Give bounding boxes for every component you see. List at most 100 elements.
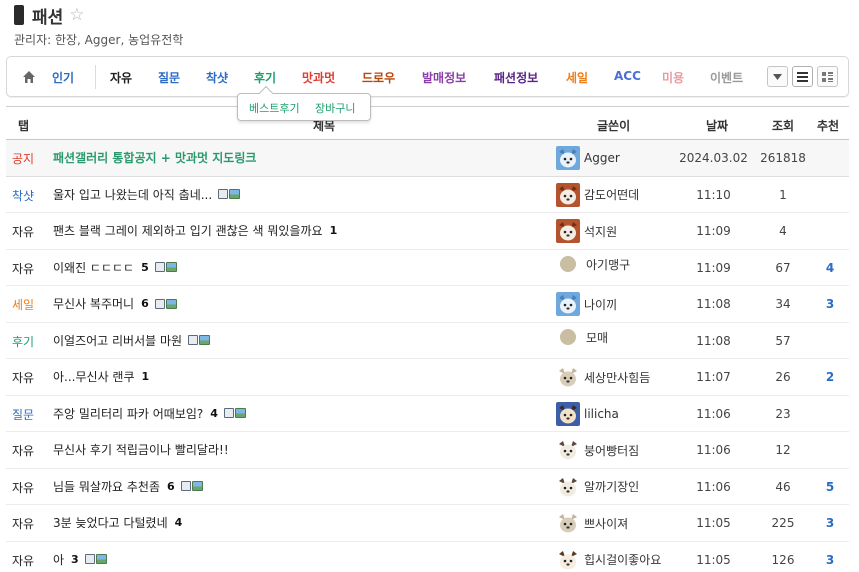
post-title[interactable]: 주앙 밀리터리 파카 어때보임? [53, 405, 203, 422]
post-row[interactable]: 후기 이얼즈어고 리버서블 마원 모매 11:08 57 [6, 323, 849, 359]
post-tab-label[interactable]: 질문 [12, 406, 34, 423]
post-tab-label[interactable]: 자유 [12, 223, 34, 240]
writer-name[interactable]: 붕어빵터짐 [584, 442, 639, 459]
post-subject[interactable]: 님들 뭐살까요 추천좀 6 [53, 478, 203, 495]
subcategory-cart[interactable]: 장바구니 [315, 100, 355, 116]
tab-beauty[interactable]: 미용 [662, 69, 684, 86]
comment-count[interactable]: 3 [71, 553, 79, 566]
tab-release-info[interactable]: 발매정보 [422, 69, 466, 86]
post-writer[interactable]: Agger [556, 146, 620, 170]
post-row[interactable]: 착샷 울자 입고 나왔는데 아직 춥네... 감도어떤데 11:10 1 [6, 177, 849, 213]
post-title[interactable]: 아 [53, 551, 64, 568]
post-row[interactable]: 자유 이왜진 ㄷㄷㄷㄷ 5 아기맹구 11:09 67 4 [6, 250, 849, 286]
post-writer[interactable]: lilicha [556, 401, 619, 426]
post-row[interactable]: 질문 주앙 밀리터리 파카 어때보임? 4 lilicha 11:06 23 [6, 396, 849, 432]
tab-review[interactable]: 후기 [254, 69, 276, 86]
post-subject[interactable]: 이왜진 ㄷㄷㄷㄷ 5 [53, 259, 177, 276]
post-tab-label[interactable]: 자유 [12, 515, 34, 532]
writer-name[interactable]: 석지원 [584, 223, 617, 240]
tab-event[interactable]: 이벤트 [710, 69, 743, 86]
post-row[interactable]: 자유 무신사 후기 적립금이나 빨리달라!! 붕어빵터짐 11:06 12 [6, 432, 849, 469]
writer-name[interactable]: 나이끼 [584, 296, 617, 313]
post-row[interactable]: 자유 아...무신사 랜쿠 1 세상만사힘듬 11:07 26 2 [6, 359, 849, 396]
post-tab-label[interactable]: 착샷 [12, 187, 34, 204]
comment-count[interactable]: 1 [330, 224, 338, 237]
post-subject[interactable]: 주앙 밀리터리 파카 어때보임? 4 [53, 405, 246, 422]
post-row[interactable]: 자유 3분 늦었다고 다털렸네 4 쁘사이져 11:05 225 3 [6, 505, 849, 542]
tab-taste[interactable]: 맛과멋 [302, 69, 335, 86]
comment-count[interactable]: 4 [210, 407, 218, 420]
writer-name[interactable]: 모매 [586, 329, 608, 346]
writer-name[interactable]: lilicha [584, 407, 619, 421]
post-title[interactable]: 팬츠 블랙 그레이 제외하고 입기 괜찮은 색 뭐있을까요 [53, 222, 323, 239]
post-writer[interactable]: 감도어떤데 [556, 182, 639, 207]
star-icon[interactable]: ☆ [69, 6, 84, 24]
post-subject[interactable]: 무신사 후기 적립금이나 빨리달라!! [53, 441, 229, 458]
subcategory-best-review[interactable]: 베스트후기 [249, 100, 300, 116]
post-writer[interactable]: 힙시걸이좋아요 [556, 547, 661, 572]
writer-name[interactable]: Agger [584, 151, 620, 165]
post-subject[interactable]: 패션갤러리 통합공지 + 맛과멋 지도링크 [53, 149, 256, 166]
post-subject[interactable]: 울자 입고 나왔는데 아직 춥네... [53, 186, 241, 203]
writer-name[interactable]: 쁘사이져 [584, 515, 628, 532]
post-subject[interactable]: 이얼즈어고 리버서블 마원 [53, 332, 211, 349]
post-subject[interactable]: 팬츠 블랙 그레이 제외하고 입기 괜찮은 색 뭐있을까요 1 [53, 222, 337, 239]
comment-count[interactable]: 5 [141, 261, 149, 274]
post-subject[interactable]: 3분 늦었다고 다털렸네 4 [53, 514, 182, 531]
home-icon[interactable] [21, 69, 37, 85]
post-title[interactable]: 울자 입고 나왔는데 아직 춥네... [53, 186, 212, 203]
post-tab-label[interactable]: 자유 [12, 260, 34, 277]
post-row[interactable]: 자유 팬츠 블랙 그레이 제외하고 입기 괜찮은 색 뭐있을까요 1 석지원 1… [6, 213, 849, 250]
post-writer[interactable]: 석지원 [556, 219, 617, 243]
post-tab-label[interactable]: 자유 [12, 479, 34, 496]
post-tab-label[interactable]: 세일 [12, 296, 34, 313]
post-title[interactable]: 3분 늦었다고 다털렸네 [53, 514, 168, 531]
writer-name[interactable]: 아기맹구 [586, 256, 630, 273]
post-subject[interactable]: 아...무신사 랜쿠 1 [53, 368, 149, 385]
post-writer[interactable]: 알까기장인 [556, 474, 639, 499]
gallery-view-button[interactable] [817, 66, 838, 87]
post-title[interactable]: 무신사 복주머니 [53, 295, 134, 312]
post-writer[interactable]: 모매 [556, 329, 608, 346]
tab-outfit[interactable]: 착샷 [206, 69, 228, 86]
writer-name[interactable]: 알까기장인 [584, 478, 639, 495]
post-title[interactable]: 이얼즈어고 리버서블 마원 [53, 332, 182, 349]
tab-acc[interactable]: ACC [614, 69, 641, 83]
post-title[interactable]: 패션갤러리 통합공지 + 맛과멋 지도링크 [53, 149, 256, 166]
post-writer[interactable]: 세상만사힘듬 [556, 365, 650, 389]
tab-question[interactable]: 질문 [158, 69, 180, 86]
tab-free[interactable]: 자유 [110, 69, 132, 86]
writer-name[interactable]: 감도어떤데 [584, 186, 639, 203]
more-tabs-button[interactable] [767, 66, 788, 87]
tab-popular[interactable]: 인기 [52, 69, 74, 86]
post-row[interactable]: 자유 아 3 힙시걸이좋아요 11:05 126 3 [6, 542, 849, 572]
post-writer[interactable]: 나이끼 [556, 292, 617, 316]
post-tab-label[interactable]: 자유 [12, 442, 34, 459]
list-view-button[interactable] [792, 66, 813, 87]
writer-name[interactable]: 힙시걸이좋아요 [584, 551, 661, 568]
post-title[interactable]: 이왜진 ㄷㄷㄷㄷ [53, 259, 134, 276]
post-writer[interactable]: 쁘사이져 [556, 511, 628, 535]
comment-count[interactable]: 6 [167, 480, 175, 493]
post-row[interactable]: 세일 무신사 복주머니 6 나이끼 11:08 34 3 [6, 286, 849, 323]
board-title[interactable]: 패션 [32, 3, 63, 28]
post-title[interactable]: 아...무신사 랜쿠 [53, 368, 135, 385]
tab-sale[interactable]: 세일 [566, 69, 588, 86]
post-writer[interactable]: 붕어빵터짐 [556, 438, 639, 462]
post-subject[interactable]: 아 3 [53, 551, 107, 568]
post-tab-label[interactable]: 공지 [12, 150, 34, 167]
post-row[interactable]: 자유 님들 뭐살까요 추천좀 6 알까기장인 11:06 46 5 [6, 469, 849, 505]
tab-draw[interactable]: 드로우 [362, 69, 395, 86]
post-title[interactable]: 님들 뭐살까요 추천좀 [53, 478, 160, 495]
post-tab-label[interactable]: 자유 [12, 369, 34, 386]
comment-count[interactable]: 1 [142, 370, 150, 383]
comment-count[interactable]: 4 [175, 516, 183, 529]
post-tab-label[interactable]: 자유 [12, 552, 34, 569]
post-row[interactable]: 공지 패션갤러리 통합공지 + 맛과멋 지도링크 Agger 2024.03.0… [6, 140, 849, 177]
writer-name[interactable]: 세상만사힘듬 [584, 369, 650, 386]
comment-count[interactable]: 6 [141, 297, 149, 310]
post-subject[interactable]: 무신사 복주머니 6 [53, 295, 177, 312]
post-writer[interactable]: 아기맹구 [556, 256, 630, 273]
post-title[interactable]: 무신사 후기 적립금이나 빨리달라!! [53, 441, 229, 458]
tab-fashion-info[interactable]: 패션정보 [494, 69, 538, 86]
